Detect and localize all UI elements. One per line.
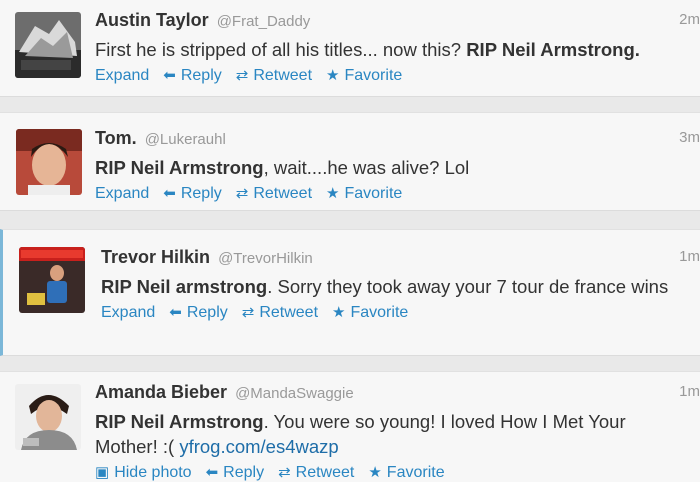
avatar[interactable] (19, 247, 85, 313)
user-handle[interactable]: @Frat_Daddy (217, 13, 311, 30)
reply-arrow-icon: ⬅ (205, 464, 219, 481)
hide-photo-link[interactable]: ▣ Hide photo (95, 462, 192, 482)
user-fullname[interactable]: Amanda Bieber (95, 382, 227, 402)
tweet[interactable]: Amanda Bieber @MandaSwaggie 1m RIP Neil … (0, 371, 700, 482)
star-icon: ★ (332, 304, 346, 321)
retweet-button[interactable]: ⇄ Retweet (242, 302, 318, 324)
user-fullname[interactable]: Tom. (95, 128, 137, 148)
avatar[interactable] (16, 129, 82, 195)
retweet-icon: ⇄ (241, 304, 255, 321)
retweet-button[interactable]: ⇄ Retweet (236, 183, 312, 205)
reply-arrow-icon: ⬅ (163, 185, 176, 202)
reply-button[interactable]: ⬅ Reply (163, 183, 221, 205)
tweet-timestamp[interactable]: 1m (679, 383, 700, 400)
tweet-actions: Expand ⬅ Reply ⇄ Retweet ★ Favorite (95, 65, 700, 87)
reply-arrow-icon: ⬅ (169, 304, 182, 321)
favorite-button[interactable]: ★ Favorite (332, 302, 408, 324)
tweet-text: RIP Neil Armstrong. You were so young! I… (95, 411, 626, 457)
tweet[interactable]: Austin Taylor @Frat_Daddy 2m First he is… (0, 0, 700, 97)
tweet-actions: ▣ Hide photo ⬅ Reply ⇄ Retweet ★ Favorite (95, 462, 700, 482)
reply-button[interactable]: ⬅ Reply (169, 302, 227, 324)
tweet[interactable]: Tom. @Lukerauhl 3m RIP Neil Armstrong, w… (0, 112, 700, 211)
tweet-text: RIP Neil armstrong. Sorry they took away… (101, 276, 669, 297)
retweet-icon: ⇄ (278, 464, 291, 481)
tweet-timestamp[interactable]: 3m (679, 129, 700, 146)
reply-arrow-icon: ⬅ (163, 67, 176, 84)
tweet-feed: Austin Taylor @Frat_Daddy 2m First he is… (0, 0, 700, 482)
photo-link[interactable]: yfrog.com/es4wazp (179, 436, 338, 457)
user-handle[interactable]: @TrevorHilkin (218, 250, 313, 267)
retweet-icon: ⇄ (235, 67, 249, 84)
expand-link[interactable]: Expand (95, 65, 149, 87)
retweet-button[interactable]: ⇄ Retweet (278, 462, 354, 482)
tweet[interactable]: Trevor Hilkin @TrevorHilkin 1m RIP Neil … (0, 229, 700, 356)
tweet-timestamp[interactable]: 1m (679, 248, 700, 265)
avatar[interactable] (15, 12, 81, 78)
expand-link[interactable]: Expand (101, 302, 155, 324)
photo-icon: ▣ (95, 464, 110, 481)
star-icon: ★ (326, 67, 340, 84)
user-fullname[interactable]: Austin Taylor (95, 10, 209, 30)
favorite-button[interactable]: ★ Favorite (368, 462, 444, 482)
tweet-timestamp[interactable]: 2m (679, 11, 700, 28)
user-fullname[interactable]: Trevor Hilkin (101, 247, 210, 267)
tweet-text: RIP Neil Armstrong, wait....he was alive… (95, 157, 470, 178)
tweet-text: First he is stripped of all his titles..… (95, 39, 640, 60)
tweet-actions: Expand ⬅ Reply ⇄ Retweet ★ Favorite (95, 183, 700, 205)
tweet-actions: Expand ⬅ Reply ⇄ Retweet ★ Favorite (101, 302, 700, 324)
avatar[interactable] (15, 384, 81, 450)
user-handle[interactable]: @Lukerauhl (145, 131, 226, 148)
retweet-icon: ⇄ (235, 185, 249, 202)
star-icon: ★ (368, 464, 382, 481)
star-icon: ★ (326, 185, 340, 202)
reply-button[interactable]: ⬅ Reply (163, 65, 221, 87)
retweet-button[interactable]: ⇄ Retweet (236, 65, 312, 87)
favorite-button[interactable]: ★ Favorite (326, 65, 402, 87)
favorite-button[interactable]: ★ Favorite (326, 183, 402, 205)
user-handle[interactable]: @MandaSwaggie (235, 385, 354, 402)
expand-link[interactable]: Expand (95, 183, 149, 205)
reply-button[interactable]: ⬅ Reply (206, 462, 264, 482)
